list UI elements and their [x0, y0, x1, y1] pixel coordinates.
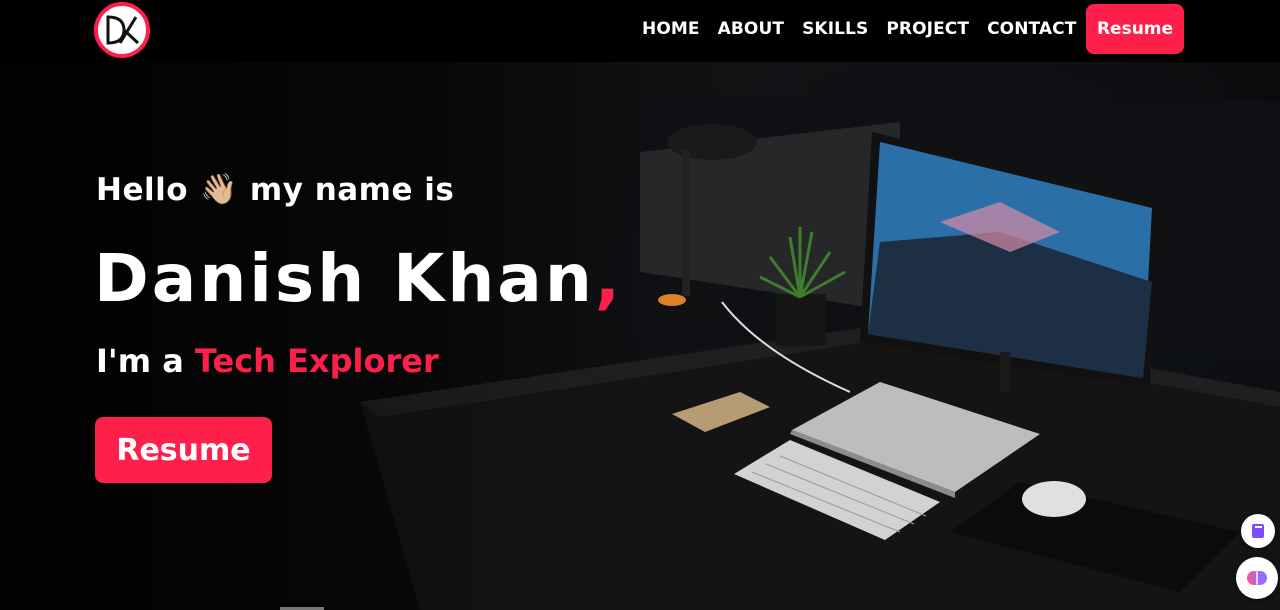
hero-greeting: Hello 👋🏼 my name is — [96, 172, 454, 208]
hero-name-text: Danish Khan — [94, 240, 595, 317]
nav-home-link[interactable]: HOME — [642, 16, 700, 42]
nav-contact-link[interactable]: CONTACT — [987, 16, 1076, 42]
nav-links: HOME ABOUT SKILLS PROJECT CONTACT — [642, 16, 1076, 42]
greeting-rest: my name is — [249, 172, 455, 208]
tagline-prefix: I'm a — [96, 342, 184, 380]
hero-name-comma: , — [594, 240, 623, 317]
dk-logo-icon[interactable] — [94, 2, 150, 58]
greeting-hello: Hello — [96, 172, 189, 208]
hero-overlay — [0, 62, 620, 610]
hero-name: Danish Khan, — [94, 240, 623, 317]
brain-icon[interactable] — [1236, 557, 1278, 599]
hero-resume-button[interactable]: Resume — [95, 417, 272, 483]
book-icon[interactable] — [1241, 514, 1275, 548]
nav-resume-button[interactable]: Resume — [1086, 4, 1184, 54]
navbar: HOME ABOUT SKILLS PROJECT CONTACT Resume — [0, 0, 1280, 62]
nav-about-link[interactable]: ABOUT — [718, 16, 784, 42]
hero-tagline: I'm a Tech Explorer — [96, 342, 439, 380]
tagline-accent: Tech Explorer — [194, 342, 439, 380]
waving-hand-icon: 👋🏼 — [200, 172, 238, 207]
nav-project-link[interactable]: PROJECT — [886, 16, 969, 42]
nav-skills-link[interactable]: SKILLS — [802, 16, 868, 42]
hero-section: Hello 👋🏼 my name is Danish Khan, I'm a T… — [0, 62, 1280, 610]
